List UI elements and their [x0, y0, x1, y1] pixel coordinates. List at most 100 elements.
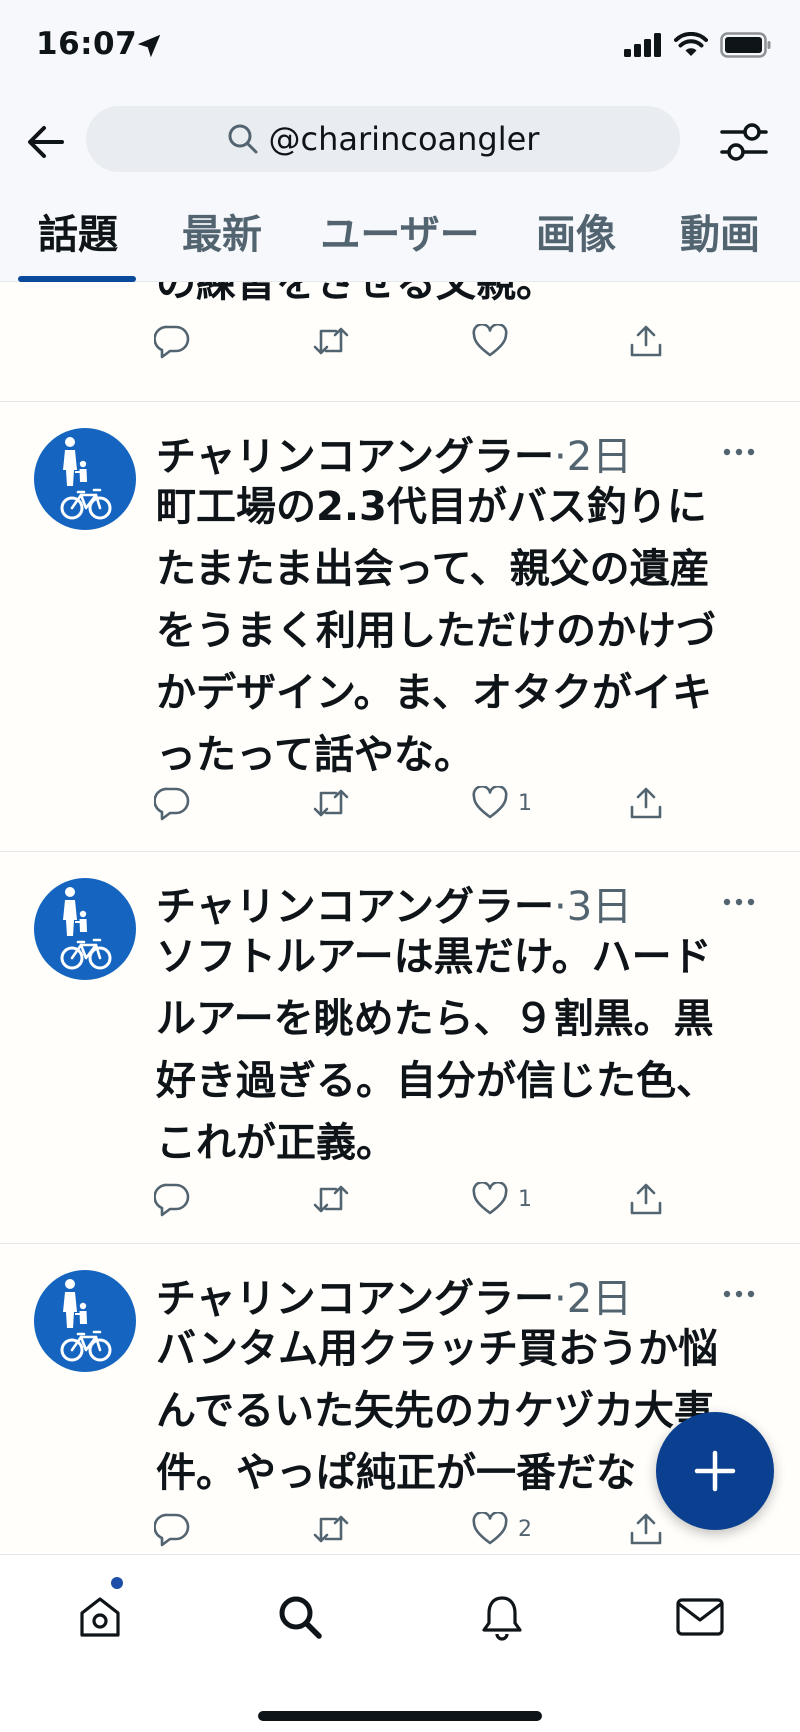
bell-icon: [482, 1596, 522, 1641]
more-button[interactable]: [722, 430, 762, 456]
timeline-feed[interactable]: の練習をさせる父親。 チャリンコアングラー·2日 町工場の2.3代目がバス釣りに…: [0, 282, 800, 1554]
tweet-time: ·2日: [554, 1276, 633, 1322]
tab-videos[interactable]: 動画: [660, 204, 780, 282]
reply-button[interactable]: [154, 780, 190, 826]
share-button[interactable]: [628, 780, 664, 826]
tweet-body: の練習をさせる父親。: [156, 282, 556, 306]
reply-icon: [154, 1513, 190, 1547]
search-icon: [228, 124, 258, 154]
retweet-button[interactable]: [312, 318, 350, 364]
tab-users[interactable]: ユーザー: [310, 204, 490, 282]
retweet-icon: [313, 789, 349, 817]
tab-topics[interactable]: 話題: [18, 204, 138, 282]
avatar[interactable]: [34, 878, 136, 980]
app-screen: 16:07 @charincoangler 話題 最新 ユーザー 画像 動画 の…: [0, 0, 800, 1732]
nav-search[interactable]: [270, 1587, 330, 1647]
avatar[interactable]: [34, 428, 136, 530]
share-icon: [630, 787, 662, 819]
tweet-partial[interactable]: の練習をさせる父親。: [0, 282, 800, 402]
tweet-header: チャリンコアングラー·2日: [156, 1266, 632, 1324]
compose-button[interactable]: [656, 1412, 774, 1530]
tweet-actions: 2: [154, 1506, 684, 1552]
retweet-button[interactable]: [312, 1176, 350, 1222]
author-name[interactable]: チャリンコアングラー: [156, 1276, 554, 1322]
more-icon: [723, 898, 755, 906]
nav-messages[interactable]: [670, 1587, 730, 1647]
more-button[interactable]: [722, 1272, 762, 1298]
like-button[interactable]: 2: [472, 1506, 532, 1552]
reply-button[interactable]: [154, 1506, 190, 1552]
share-icon: [630, 1513, 662, 1545]
back-arrow-icon: [28, 126, 64, 158]
pedestrian-bicycle-sign-icon: [60, 1279, 112, 1362]
pedestrian-bicycle-sign-icon: [60, 437, 112, 520]
tweet-body: ソフトルアーは黒だけ。ハード ルアーを眺めたら、９割黒。黒 好き過ぎる。自分が信…: [156, 934, 716, 1166]
author-name[interactable]: チャリンコアングラー: [156, 434, 554, 480]
retweet-icon: [313, 1185, 349, 1213]
home-icon: [80, 1597, 120, 1637]
compose-plus-icon: [694, 1450, 736, 1492]
like-count: 1: [518, 1186, 532, 1212]
tweet-header: チャリンコアングラー·2日: [156, 424, 632, 482]
tab-images[interactable]: 画像: [516, 204, 636, 282]
like-icon: [472, 1182, 508, 1215]
notification-dot: [111, 1577, 123, 1589]
bottom-nav: [0, 1554, 800, 1732]
search-query: @charincoangler: [268, 120, 540, 158]
tab-latest[interactable]: 最新: [162, 204, 282, 282]
battery-icon: [720, 32, 771, 58]
reply-button[interactable]: [154, 1176, 190, 1222]
status-time: 16:07: [36, 26, 138, 62]
retweet-icon: [313, 1515, 349, 1543]
share-button[interactable]: [628, 318, 664, 364]
tweet-time: ·2日: [554, 434, 633, 480]
like-icon: [472, 324, 508, 357]
retweet-button[interactable]: [312, 780, 350, 826]
search-nav-icon: [279, 1596, 322, 1639]
reply-icon: [154, 1183, 190, 1217]
tweet[interactable]: チャリンコアングラー·2日 町工場の2.3代目がバス釣りに たまたま出会って、親…: [0, 402, 800, 852]
retweet-button[interactable]: [312, 1506, 350, 1552]
share-button[interactable]: [628, 1506, 664, 1552]
reply-icon: [154, 325, 190, 359]
search-input[interactable]: @charincoangler: [86, 106, 680, 172]
share-icon: [630, 1183, 662, 1215]
retweet-icon: [313, 327, 349, 355]
tweet-body: 町工場の2.3代目がバス釣りに たまたま出会って、親父の遺産 をうまく利用しただ…: [156, 484, 716, 778]
like-icon: [472, 786, 508, 819]
tweet-time: ·3日: [554, 884, 633, 930]
wifi-icon: [674, 32, 708, 56]
like-count: 1: [518, 790, 532, 816]
nav-notifications[interactable]: [472, 1587, 532, 1647]
tweet-actions: [154, 318, 684, 364]
pedestrian-bicycle-sign-icon: [60, 887, 112, 970]
like-button[interactable]: 1: [472, 780, 532, 826]
more-icon: [723, 1290, 755, 1298]
like-count: 2: [518, 1516, 532, 1542]
tweet-header: チャリンコアングラー·3日: [156, 874, 632, 932]
home-indicator: [258, 1711, 542, 1721]
avatar[interactable]: [34, 1270, 136, 1372]
like-icon: [472, 1512, 508, 1545]
mail-icon: [676, 1598, 724, 1636]
filter-button[interactable]: [718, 116, 770, 168]
reply-button[interactable]: [154, 318, 190, 364]
signal-icon: [624, 33, 661, 57]
share-button[interactable]: [628, 1176, 664, 1222]
status-indicators: [624, 32, 772, 58]
more-button[interactable]: [722, 880, 762, 906]
back-button[interactable]: [22, 118, 70, 166]
status-bar: 16:07: [0, 0, 800, 96]
search-header: @charincoangler 話題 最新 ユーザー 画像 動画: [0, 96, 800, 282]
more-icon: [723, 448, 755, 456]
tweet-actions: 1: [154, 1176, 684, 1222]
tweet[interactable]: チャリンコアングラー·3日 ソフトルアーは黒だけ。ハード ルアーを眺めたら、９割…: [0, 852, 800, 1244]
like-button[interactable]: 1: [472, 1176, 532, 1222]
tweet-actions: 1: [154, 780, 684, 826]
like-button[interactable]: [472, 318, 508, 364]
author-name[interactable]: チャリンコアングラー: [156, 884, 554, 930]
share-icon: [630, 325, 662, 357]
filter-icon: [720, 123, 768, 161]
nav-home[interactable]: [70, 1587, 130, 1647]
reply-icon: [154, 787, 190, 821]
